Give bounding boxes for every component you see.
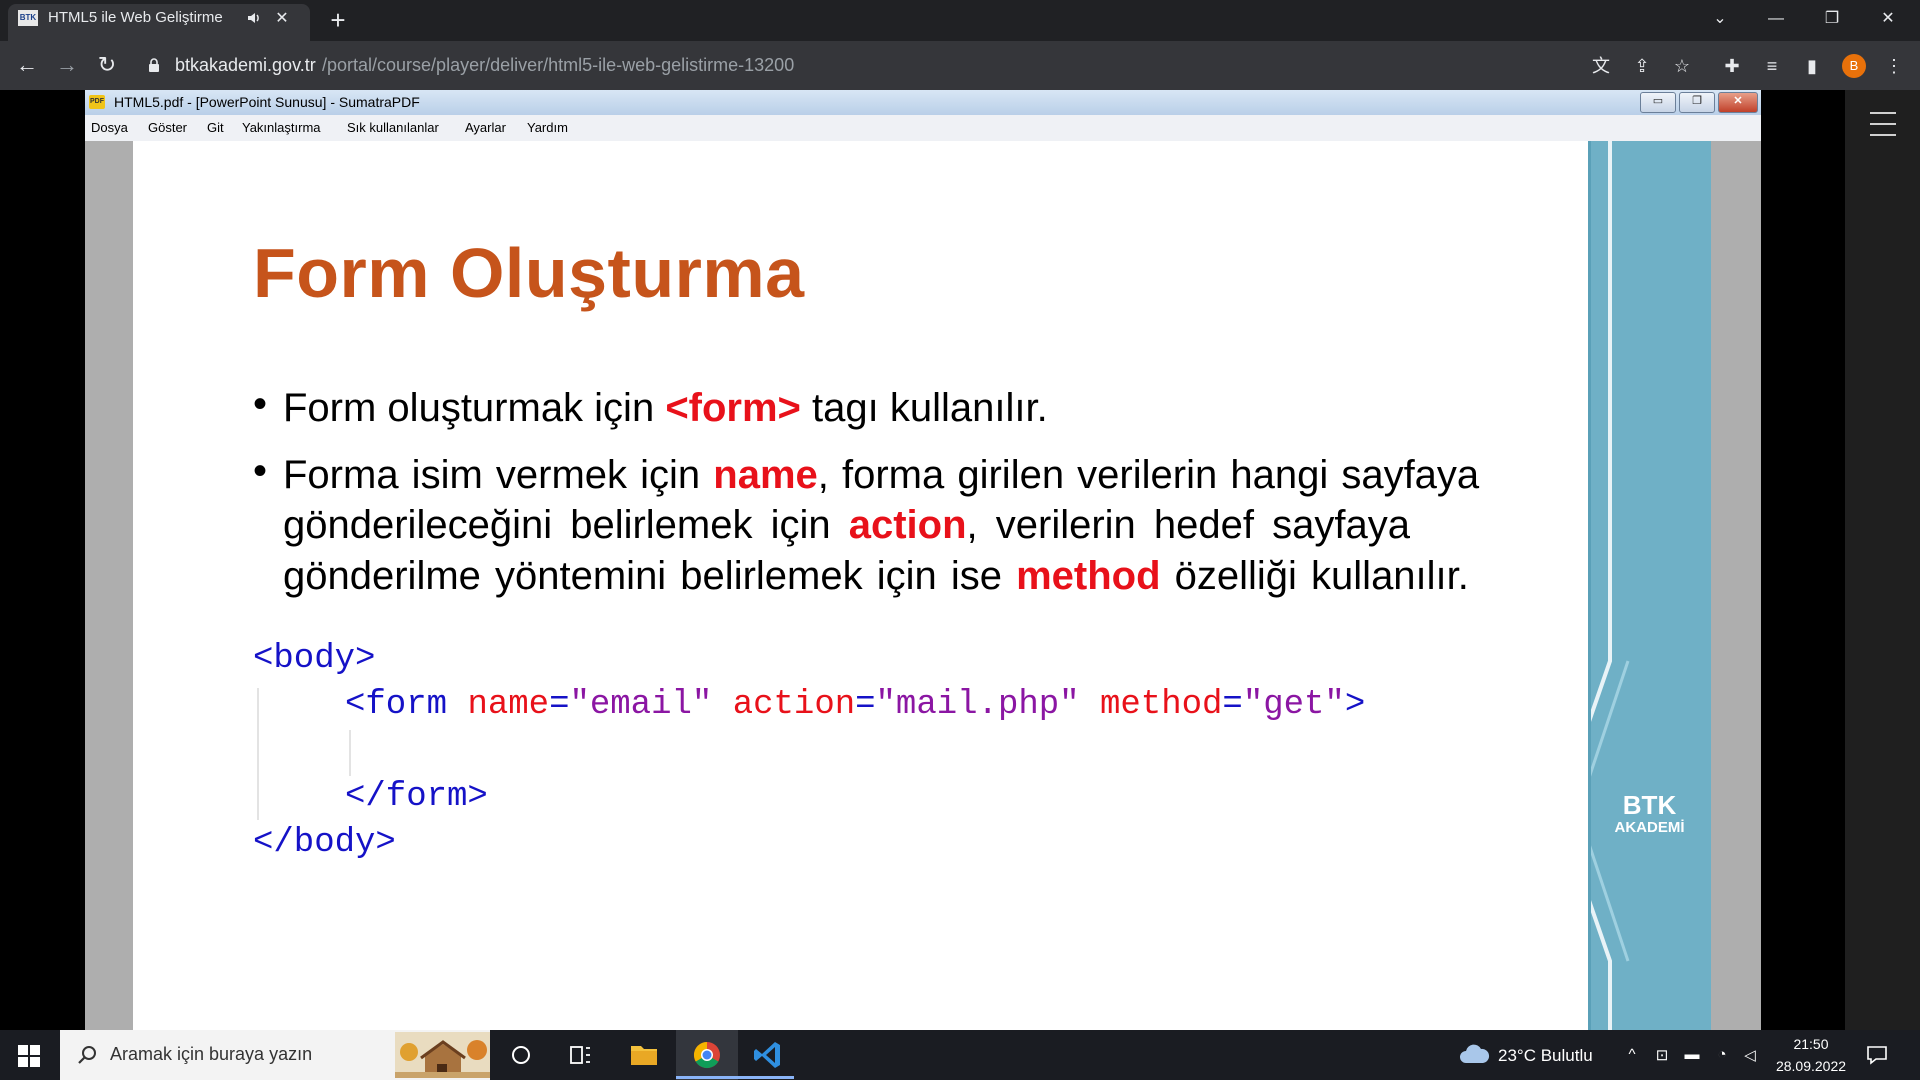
bullet-2-line-2: gönderileceğini belirlemek için action, … — [283, 503, 1410, 547]
menu-ayarlar[interactable]: Ayarlar — [465, 120, 506, 135]
clock-date[interactable]: 28.09.2022 — [1768, 1058, 1854, 1074]
vscode-active-indicator — [738, 1076, 794, 1079]
hamburger-menu-icon[interactable] — [1870, 112, 1896, 136]
sumatra-app-icon: PDF — [89, 95, 105, 109]
task-view-cortana-icon[interactable] — [497, 1036, 545, 1074]
menu-dosya[interactable]: Dosya — [91, 120, 128, 135]
code-form-open: <form name="email" action="mail.php" met… — [345, 686, 1366, 724]
weather-text[interactable]: 23°C Bulutlu — [1498, 1046, 1593, 1066]
tray-chevron-up-icon[interactable]: ^ — [1622, 1046, 1642, 1063]
file-explorer-icon[interactable] — [620, 1036, 668, 1074]
media-control-icon[interactable]: ≡ — [1761, 55, 1783, 77]
code-body-close: </body> — [253, 824, 396, 862]
notification-center-icon[interactable] — [1866, 1045, 1888, 1065]
wifi-icon[interactable]: ◔ — [1712, 1046, 1732, 1063]
indent-guide — [257, 688, 259, 820]
vscode-icon[interactable] — [744, 1036, 792, 1074]
sumatra-menu-bar — [85, 115, 1761, 141]
menu-git[interactable]: Git — [207, 120, 224, 135]
menu-yardim[interactable]: Yardım — [527, 120, 568, 135]
indent-guide — [349, 730, 351, 776]
tab-close-icon[interactable]: ✕ — [272, 8, 292, 28]
url-path: /portal/course/player/deliver/html5-ile-… — [322, 55, 795, 75]
task-view-icon[interactable] — [556, 1036, 604, 1074]
restore-icon[interactable]: ❐ — [1804, 0, 1860, 38]
minimize-icon[interactable]: — — [1748, 0, 1804, 38]
sumatra-restore-icon[interactable]: ❐ — [1679, 92, 1715, 113]
back-arrow-icon[interactable]: ← — [13, 51, 41, 79]
code-form-close: </form> — [345, 778, 488, 816]
btk-logo: BTK — [1622, 790, 1677, 820]
new-tab-button[interactable]: + — [326, 5, 350, 35]
course-side-panel — [1845, 90, 1920, 1030]
tray-meet-icon[interactable]: ⊡ — [1652, 1046, 1672, 1064]
tab-favicon-icon: BTK — [18, 10, 38, 26]
windows-start-icon[interactable] — [18, 1045, 40, 1067]
window-close-icon[interactable]: ✕ — [1860, 0, 1916, 38]
chrome-active-indicator — [676, 1076, 738, 1079]
side-panel-icon[interactable]: ▮ — [1801, 55, 1823, 77]
profile-avatar[interactable]: B — [1842, 54, 1866, 78]
bullet-marker: • — [253, 449, 268, 493]
lock-icon[interactable] — [148, 58, 160, 72]
menu-yakinlastirma[interactable]: Yakınlaştırma — [242, 120, 321, 135]
reload-icon[interactable]: ↻ — [93, 51, 121, 79]
share-icon[interactable]: ⇪ — [1631, 55, 1653, 77]
speaker-icon[interactable]: ◁ — [1740, 1046, 1760, 1064]
slide-title: Form Oluşturma — [253, 234, 805, 312]
menu-sik-kullanilanlar[interactable]: Sık kullanılanlar — [347, 120, 439, 135]
cloud-weather-icon[interactable] — [1458, 1043, 1490, 1065]
search-highlight-illustration-icon — [395, 1032, 490, 1078]
forward-arrow-icon[interactable]: → — [53, 51, 81, 79]
sumatra-minimize-icon[interactable]: ▭ — [1640, 92, 1676, 113]
bullet-2-line-1: Forma isim vermek için name, forma giril… — [283, 453, 1480, 497]
bookmark-star-icon[interactable]: ☆ — [1671, 55, 1693, 77]
battery-icon[interactable]: ▬ — [1682, 1046, 1702, 1063]
sumatra-window-title: HTML5.pdf - [PowerPoint Sunusu] - Sumatr… — [114, 94, 420, 110]
slide-decoration-band — [1588, 141, 1711, 1030]
bullet-1-text: Form oluşturmak için <form> tagı kullanı… — [283, 386, 1048, 430]
search-placeholder: Aramak için buraya yazın — [110, 1044, 313, 1064]
url-domain: btkakademi.gov.tr — [175, 55, 316, 75]
clock-time[interactable]: 21:50 — [1768, 1036, 1854, 1052]
translate-icon[interactable]: 文 — [1590, 55, 1612, 77]
bullet-2-line-3: gönderilme yöntemini belirlemek için ise… — [283, 554, 1469, 598]
search-icon — [78, 1046, 96, 1064]
tab-title: HTML5 ile Web Geliştirme — [48, 9, 223, 26]
bullet-marker: • — [253, 382, 268, 426]
chrome-icon[interactable] — [683, 1036, 731, 1074]
extensions-puzzle-icon[interactable]: ✚ — [1721, 55, 1743, 77]
tab-search-chevron-down-icon[interactable]: ⌄ — [1692, 0, 1748, 38]
browser-menu-kebab-icon[interactable]: ⋮ — [1883, 55, 1905, 77]
sumatra-close-icon[interactable]: ✕ — [1718, 92, 1758, 113]
tab-audio-icon[interactable] — [246, 9, 264, 27]
menu-goster[interactable]: Göster — [148, 120, 187, 135]
btk-logo-sub: AKADEMİ — [1614, 819, 1685, 836]
code-body-open: <body> — [253, 640, 376, 678]
